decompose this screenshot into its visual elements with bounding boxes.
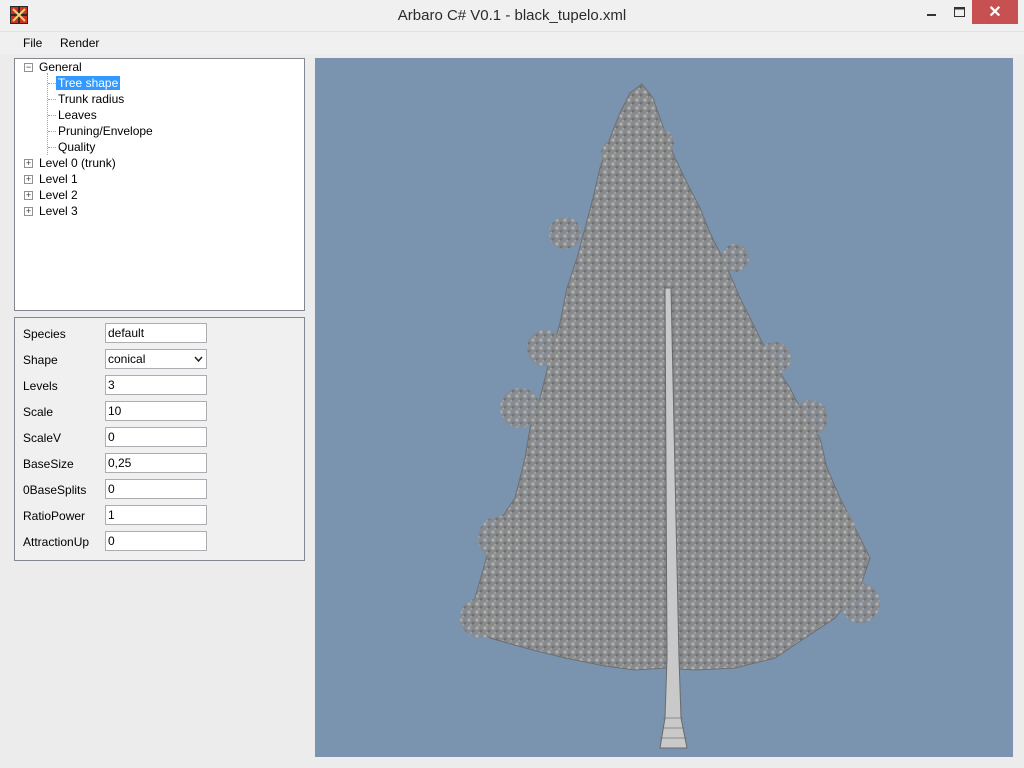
close-button[interactable]: ✕ xyxy=(972,0,1018,24)
tree-line xyxy=(47,73,48,155)
tree-node-quality[interactable]: Quality xyxy=(58,139,95,155)
tree-node-label: Quality xyxy=(58,140,96,154)
tree-node-tree-shape[interactable]: Tree shape xyxy=(56,75,121,91)
tree-node-label: Level 1 xyxy=(39,172,78,186)
tree-node-label: Level 0 (trunk) xyxy=(39,156,116,170)
menu-file[interactable]: File xyxy=(23,36,42,50)
tree-line xyxy=(48,131,56,132)
species-field[interactable]: default xyxy=(105,323,207,343)
tree-node-trunk-radius[interactable]: Trunk radius xyxy=(58,91,124,107)
tree-node-label: Level 2 xyxy=(39,188,78,202)
tree-node-general[interactable]: General xyxy=(39,59,82,75)
render-viewport[interactable] xyxy=(315,58,1013,757)
basesplits-field[interactable]: 0 xyxy=(105,479,207,499)
menu-render[interactable]: Render xyxy=(60,36,99,50)
basesize-label: BaseSize xyxy=(23,457,74,471)
minimize-button[interactable] xyxy=(918,0,946,24)
scale-label: Scale xyxy=(23,405,54,419)
attractionup-label: AttractionUp xyxy=(23,535,90,549)
tree-node-label: Level 3 xyxy=(39,204,78,218)
shape-label: Shape xyxy=(23,353,58,367)
parameter-tree[interactable]: − General Tree shape Trunk radius Leaves… xyxy=(14,58,305,311)
tree-node-level-3[interactable]: Level 3 xyxy=(39,203,78,219)
attractionup-field[interactable]: 0 xyxy=(105,531,207,551)
levels-label: Levels xyxy=(23,379,58,393)
expand-icon[interactable]: + xyxy=(24,207,33,216)
ratiopower-label: RatioPower xyxy=(23,509,86,523)
expand-icon[interactable]: + xyxy=(24,191,33,200)
minimize-icon xyxy=(927,14,936,16)
tree-node-leaves[interactable]: Leaves xyxy=(58,107,97,123)
tree-node-level-1[interactable]: Level 1 xyxy=(39,171,78,187)
scalev-field[interactable]: 0 xyxy=(105,427,207,447)
shape-select-value: conical xyxy=(108,352,146,366)
maximize-icon xyxy=(953,7,965,17)
close-icon: ✕ xyxy=(988,4,1002,21)
tree-node-label: Pruning/Envelope xyxy=(58,124,153,138)
tree-node-label: General xyxy=(39,60,82,74)
chevron-down-icon xyxy=(194,356,203,363)
species-label: Species xyxy=(23,327,66,341)
levels-field[interactable]: 3 xyxy=(105,375,207,395)
tree-node-level-2[interactable]: Level 2 xyxy=(39,187,78,203)
tree-node-level-0[interactable]: Level 0 (trunk) xyxy=(39,155,116,171)
tree-node-label: Trunk radius xyxy=(58,92,125,106)
maximize-button[interactable] xyxy=(946,0,972,24)
tree-render xyxy=(460,83,880,749)
tree-line xyxy=(48,147,56,148)
collapse-icon[interactable]: − xyxy=(24,63,33,72)
properties-panel: Species default Shape conical Levels 3 S… xyxy=(14,317,305,561)
ratiopower-field[interactable]: 1 xyxy=(105,505,207,525)
tree-node-label: Tree shape xyxy=(56,76,121,90)
expand-icon[interactable]: + xyxy=(24,175,33,184)
tree-line xyxy=(48,115,56,116)
menu-bar: File Render xyxy=(0,32,1024,54)
basesize-field[interactable]: 0,25 xyxy=(105,453,207,473)
window-title: Arbaro C# V0.1 - black_tupelo.xml xyxy=(397,7,627,24)
basesplits-label: 0BaseSplits xyxy=(23,483,87,497)
tree-line xyxy=(48,83,56,84)
tree-node-label: Leaves xyxy=(58,108,97,122)
tree-line xyxy=(48,99,56,100)
tree-node-pruning-envelope[interactable]: Pruning/Envelope xyxy=(58,123,153,139)
shape-select[interactable]: conical xyxy=(105,349,207,369)
scalev-label: ScaleV xyxy=(23,431,62,445)
scale-field[interactable]: 10 xyxy=(105,401,207,421)
title-bar: Arbaro C# V0.1 - black_tupelo.xml ✕ xyxy=(0,0,1024,32)
expand-icon[interactable]: + xyxy=(24,159,33,168)
